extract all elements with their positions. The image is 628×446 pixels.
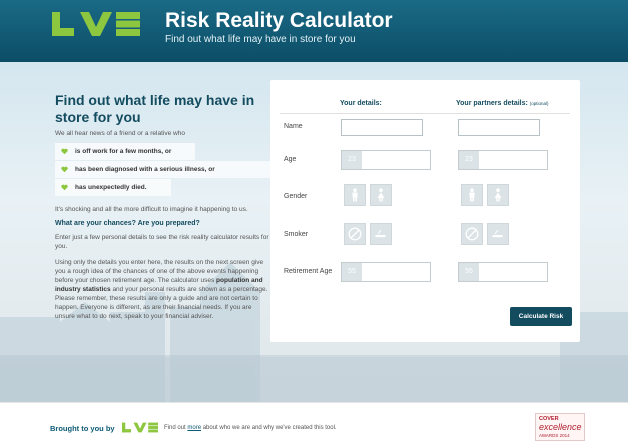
heart-icon [61, 166, 68, 173]
app-title: Risk Reality Calculator [165, 9, 393, 32]
your-name-input[interactable] [341, 119, 423, 136]
list-item-text: has unexpectedly died. [75, 184, 147, 191]
explanation-paragraph: Using only the details you enter here, t… [55, 258, 270, 321]
award-line-3: AWARDS 2014 [539, 433, 570, 438]
partner-details-heading: Your partners details: (optional) [456, 100, 549, 107]
cover-excellence-award-badge: COVER excellence AWARDS 2014 [535, 413, 585, 441]
optional-note: (optional) [529, 101, 549, 106]
retirement-age-label: Retirement Age [284, 268, 333, 275]
age-label: Age [284, 156, 297, 163]
list-item: is off work for a few months, or [55, 143, 195, 160]
partner-age-input[interactable]: 23 [458, 150, 548, 170]
intro-column: Find out what life may have in store for… [55, 92, 275, 321]
gender-label: Gender [284, 193, 308, 200]
partner-details-label: Your partners details: [456, 100, 528, 107]
smoking-icon [375, 229, 386, 238]
smoker-label: Smoker [284, 231, 309, 238]
your-retirement-age-input[interactable]: 55 [341, 262, 431, 282]
details-form: Your details: Your partners details: (op… [270, 80, 580, 342]
partner-retirement-age-input[interactable]: 55 [458, 262, 548, 282]
female-icon [494, 188, 502, 202]
lv-logo [52, 12, 140, 36]
calculate-risk-button[interactable]: Calculate Risk [510, 307, 572, 326]
your-retirement-age-value: 55 [342, 263, 362, 281]
heart-icon [61, 184, 68, 191]
shock-paragraph: It's shocking and all the more difficult… [55, 206, 248, 213]
list-item-text: has been diagnosed with a serious illnes… [75, 166, 215, 173]
no-smoking-icon [348, 227, 362, 241]
your-male-button[interactable] [344, 184, 366, 206]
footer: Brought to you by Find out more about wh… [0, 402, 628, 446]
your-non-smoker-button[interactable] [344, 223, 366, 245]
partner-retirement-age-value: 55 [459, 263, 479, 281]
partner-name-input[interactable] [458, 119, 540, 136]
header-banner: Risk Reality Calculator Find out what li… [0, 0, 628, 62]
name-label: Name [284, 123, 303, 130]
award-line-2: excellence [539, 422, 582, 432]
your-age-input[interactable]: 23 [341, 150, 431, 170]
question-heading: What are your chances? Are you prepared? [55, 220, 200, 227]
your-female-button[interactable] [370, 184, 392, 206]
footer-text-end: about who we are and why we've created t… [201, 425, 337, 431]
more-link[interactable]: more [187, 425, 201, 431]
enter-paragraph: Enter just a few personal details to see… [55, 234, 269, 250]
your-smoker-button[interactable] [370, 223, 392, 245]
app-subtitle: Find out what life may have in store for… [165, 34, 356, 45]
your-age-value: 23 [342, 151, 362, 169]
divider [280, 113, 570, 114]
partner-smoker-button[interactable] [487, 223, 509, 245]
male-icon [352, 188, 358, 202]
list-item-text: is off work for a few months, or [75, 148, 172, 155]
smoking-icon [492, 229, 503, 238]
list-item: has been diagnosed with a serious illnes… [55, 161, 275, 178]
list-item: has unexpectedly died. [55, 179, 171, 196]
heart-icon [61, 148, 68, 155]
lv-footer-logo [122, 422, 158, 433]
female-icon [377, 188, 385, 202]
brought-to-you-label: Brought to you by [50, 424, 115, 433]
intro-heading: Find out what life may have in store for… [55, 92, 255, 125]
male-icon [469, 188, 475, 202]
partner-age-value: 23 [459, 151, 479, 169]
no-smoking-icon [465, 227, 479, 241]
intro-lead: We all hear news of a friend or a relati… [55, 130, 185, 137]
footer-text-start: Find out [164, 425, 188, 431]
partner-female-button[interactable] [487, 184, 509, 206]
footer-about-text: Find out more about who we are and why w… [164, 425, 337, 431]
partner-non-smoker-button[interactable] [461, 223, 483, 245]
your-details-heading: Your details: [340, 100, 382, 107]
risk-list: is off work for a few months, or has bee… [55, 143, 275, 196]
partner-male-button[interactable] [461, 184, 483, 206]
